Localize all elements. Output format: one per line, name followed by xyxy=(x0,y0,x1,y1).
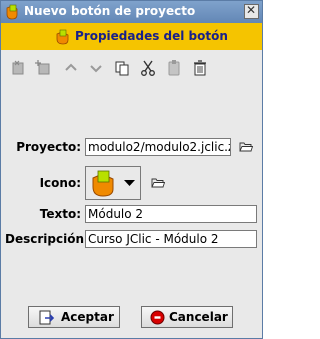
move-up-icon[interactable] xyxy=(62,59,80,77)
cut-icon[interactable] xyxy=(139,59,157,77)
close-icon: ✕ xyxy=(246,3,257,17)
jclic-button-icon xyxy=(92,170,114,197)
title-bar[interactable]: Nuevo botón de proyecto ✕ xyxy=(1,1,262,23)
text-label: Texto: xyxy=(39,207,81,221)
accept-button[interactable]: Aceptar xyxy=(28,306,120,328)
icon-label: Icono: xyxy=(39,176,81,190)
text-field[interactable]: Módulo 2 xyxy=(85,205,257,223)
description-label: Descripción: xyxy=(5,232,89,246)
cancel-label: Cancelar xyxy=(169,310,228,324)
project-field[interactable]: modulo2/modulo2.jclic.zip xyxy=(85,138,231,156)
accept-icon xyxy=(39,310,55,325)
move-down-icon[interactable] xyxy=(87,59,105,77)
header-title: Propiedades del botón xyxy=(75,29,228,43)
chevron-down-icon xyxy=(124,180,135,186)
jclic-button-icon xyxy=(56,29,69,45)
project-label: Proyecto: xyxy=(16,140,81,154)
description-field[interactable]: Curso JClic - Módulo 2 xyxy=(85,230,257,248)
cancel-icon xyxy=(150,310,165,325)
copy-icon[interactable] xyxy=(113,59,131,77)
cancel-button[interactable]: Cancelar xyxy=(141,306,233,328)
close-button[interactable]: ✕ xyxy=(244,3,259,19)
trash-icon[interactable] xyxy=(191,59,209,77)
folder-open-icon[interactable] xyxy=(151,177,165,189)
icon-selector[interactable] xyxy=(85,166,141,200)
add-item-icon[interactable] xyxy=(34,59,52,77)
delete-item-icon[interactable] xyxy=(10,59,28,77)
dialog-window: Nuevo botón de proyecto ✕ Propiedades de… xyxy=(0,0,263,339)
accept-label: Aceptar xyxy=(61,310,114,324)
window-title: Nuevo botón de proyecto xyxy=(24,4,196,18)
paste-icon[interactable] xyxy=(165,59,183,77)
properties-header: Propiedades del botón xyxy=(1,23,262,50)
jclic-button-icon xyxy=(6,4,18,20)
folder-open-icon[interactable] xyxy=(239,141,253,153)
